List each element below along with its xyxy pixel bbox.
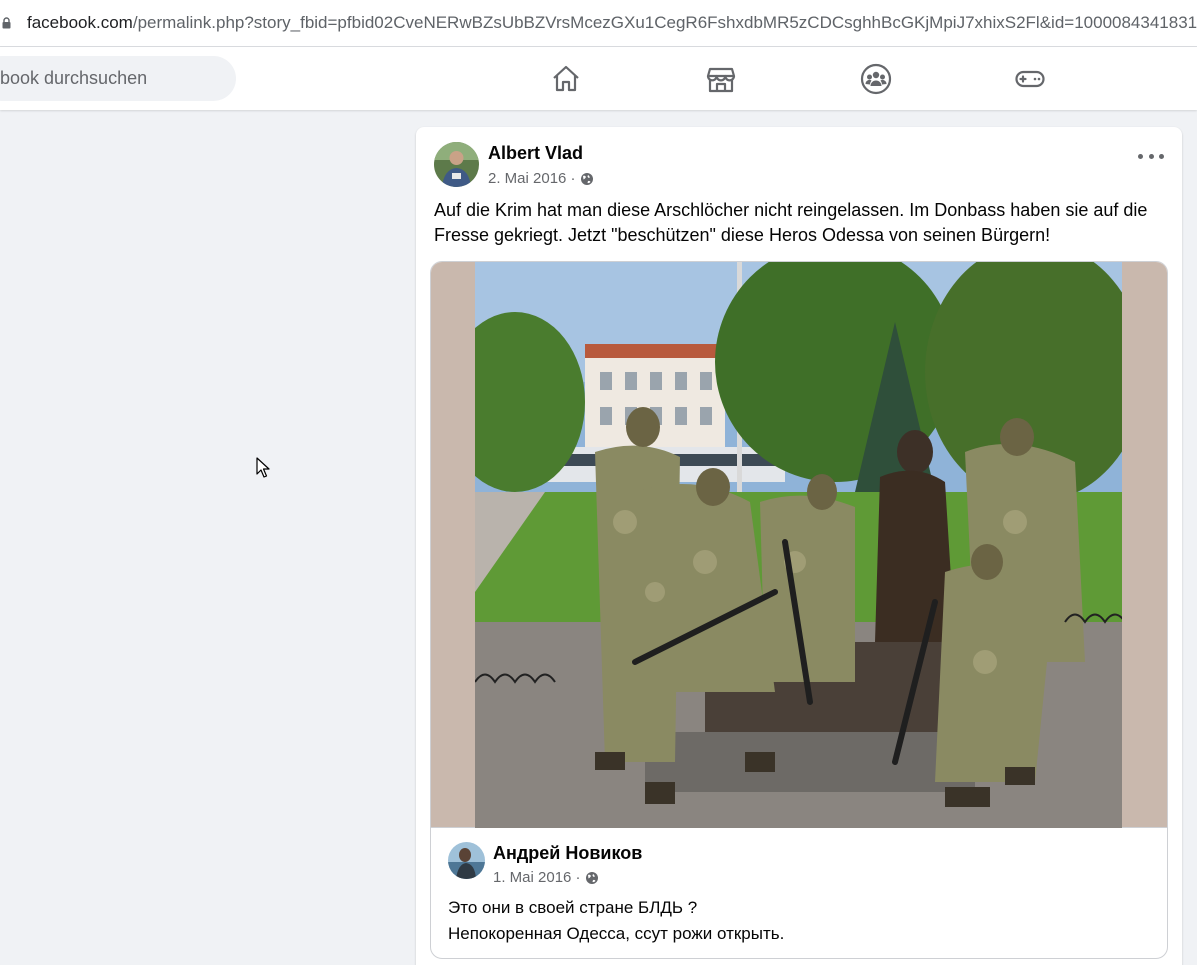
- shared-post[interactable]: Андрей Новиков 1. Mai 2016 · Это они в с…: [430, 261, 1168, 959]
- mouse-cursor-icon: [256, 457, 270, 478]
- shared-author-name[interactable]: Андрей Новиков: [493, 843, 642, 864]
- facebook-header: [0, 47, 1197, 110]
- shared-author-avatar[interactable]: [448, 842, 485, 879]
- dot-icon: [1138, 153, 1143, 159]
- home-icon[interactable]: [550, 63, 582, 95]
- globe-icon: [580, 172, 593, 185]
- dot-icon: [1159, 153, 1164, 159]
- shared-post-line: Это они в своей стране БЛДЬ ?: [448, 898, 698, 917]
- groups-icon[interactable]: [860, 63, 892, 95]
- lock-icon: [2, 17, 11, 29]
- post-author-name[interactable]: Albert Vlad: [488, 143, 583, 164]
- more-options-button[interactable]: [1138, 149, 1164, 163]
- search-input[interactable]: [0, 56, 220, 101]
- shared-post-meta: 1. Mai 2016 ·: [493, 869, 599, 886]
- globe-icon: [585, 871, 598, 884]
- post-card: Albert Vlad 2. Mai 2016 · Auf die Krim h…: [416, 127, 1182, 965]
- search-box[interactable]: [0, 56, 236, 101]
- shared-post-text: Это они в своей стране БЛДЬ ? Непокоренн…: [448, 895, 784, 947]
- shared-post-date[interactable]: 1. Mai 2016 ·: [493, 869, 581, 886]
- shared-photo-frame[interactable]: [431, 262, 1167, 828]
- url-host: facebook.com: [27, 13, 133, 32]
- post-meta: 2. Mai 2016 ·: [488, 170, 594, 187]
- gaming-icon[interactable]: [1014, 63, 1046, 95]
- post-date[interactable]: 2. Mai 2016 ·: [488, 170, 576, 187]
- url-path: /permalink.php?story_fbid=pfbid02CveNERw…: [132, 13, 1197, 32]
- author-avatar[interactable]: [434, 142, 479, 187]
- post-text: Auf die Krim hat man diese Arschlöcher n…: [434, 200, 1148, 245]
- url-text[interactable]: facebook.com/permalink.php?story_fbid=pf…: [27, 13, 1197, 33]
- shared-photo[interactable]: [475, 262, 1122, 828]
- dot-icon: [1148, 153, 1154, 159]
- shared-post-line: Непокоренная Одесса, ссут рожи открыть.: [448, 924, 785, 943]
- browser-address-bar[interactable]: facebook.com/permalink.php?story_fbid=pf…: [0, 0, 1197, 47]
- marketplace-icon[interactable]: [705, 63, 737, 95]
